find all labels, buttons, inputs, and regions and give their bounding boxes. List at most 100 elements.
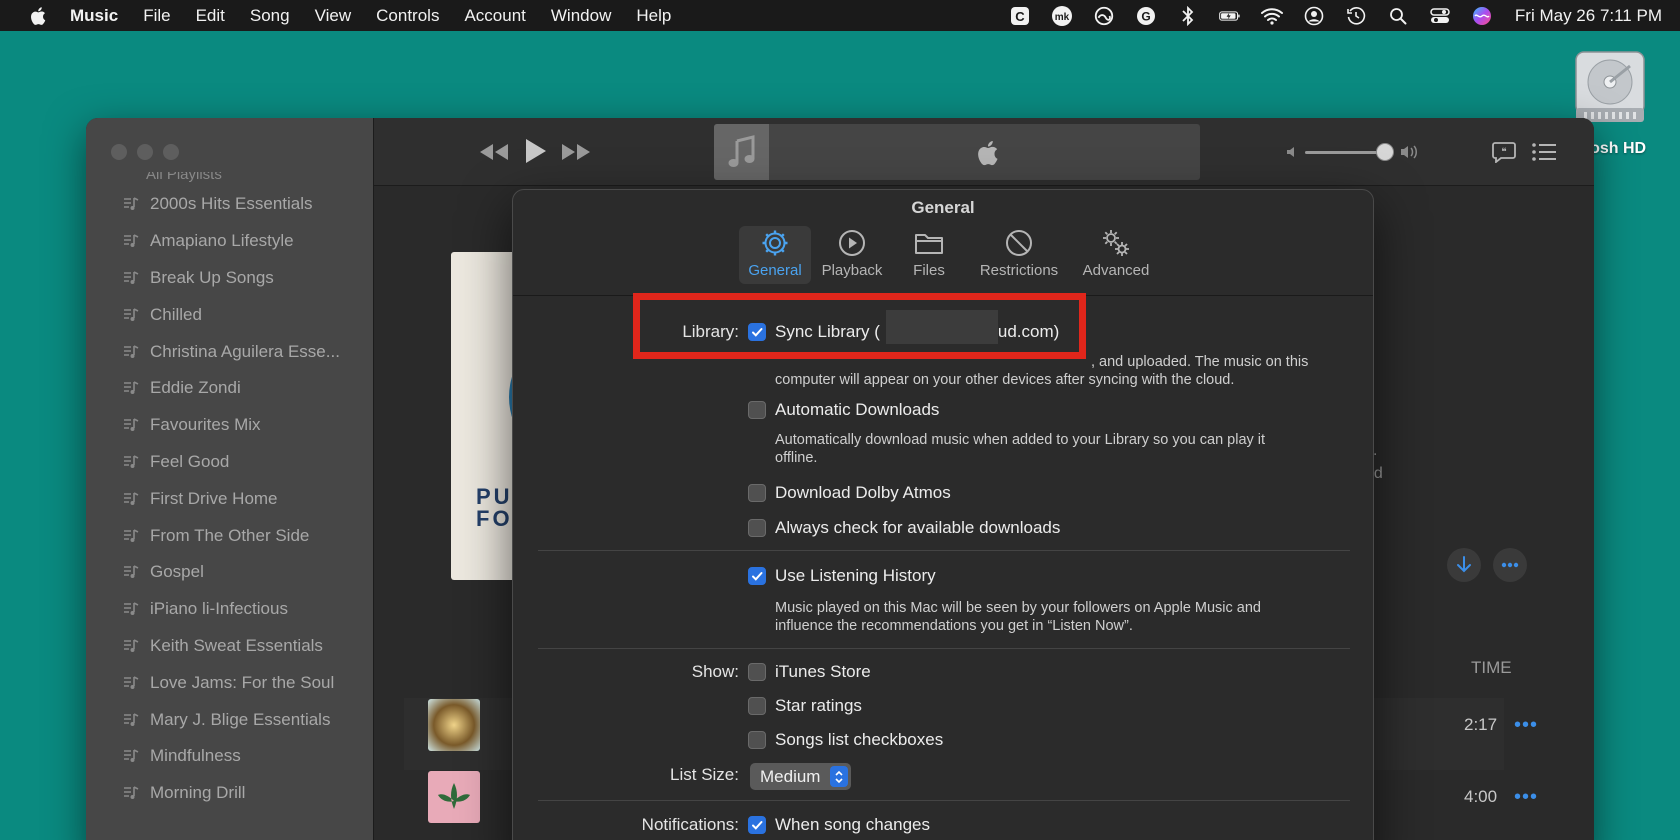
itunes-store-checkbox[interactable] <box>748 663 766 681</box>
sidebar-playlist-item[interactable]: Morning Drill <box>86 775 374 812</box>
sidebar-item-all-playlists[interactable]: All Playlists <box>86 172 374 186</box>
battery-icon[interactable] <box>1219 5 1241 27</box>
listening-history-checkbox[interactable] <box>748 567 766 585</box>
tab-general[interactable]: General <box>739 226 811 284</box>
show-label: Show: <box>691 662 739 681</box>
automatic-downloads-checkbox[interactable] <box>748 401 766 419</box>
list-size-value: Medium <box>760 766 821 786</box>
playlist-icon <box>124 381 139 395</box>
close-window-button[interactable] <box>111 144 127 160</box>
tab-playback-label: Playback <box>821 262 883 279</box>
menu-file[interactable]: File <box>143 6 170 26</box>
minimize-window-button[interactable] <box>137 144 153 160</box>
sidebar-playlist-item[interactable]: Christina Aguilera Esse... <box>86 333 374 370</box>
list-icon <box>1532 143 1556 161</box>
tab-playback[interactable]: Playback <box>816 226 888 284</box>
sidebar-playlist-item[interactable]: Mary J. Blige Essentials <box>86 701 374 738</box>
always-check-downloads-checkbox[interactable] <box>748 519 766 537</box>
play-button[interactable] <box>520 135 550 167</box>
svg-text:mk: mk <box>1055 12 1070 23</box>
creative-cloud-c-icon[interactable]: C <box>1009 5 1031 27</box>
sidebar-playlist-item[interactable]: From The Other Side <box>86 517 374 554</box>
up-next-list-button[interactable] <box>1530 138 1558 166</box>
hard-drive-icon[interactable] <box>1570 48 1650 126</box>
playlist-icon <box>124 492 139 505</box>
time-column-header[interactable]: TIME <box>1471 658 1512 678</box>
menu-app-name[interactable]: Music <box>70 6 118 26</box>
tab-restrictions[interactable]: Restrictions <box>969 226 1069 284</box>
songs-list-checkboxes-checkbox[interactable] <box>748 731 766 749</box>
dolby-atmos-checkbox[interactable] <box>748 484 766 502</box>
sidebar-playlist-item[interactable]: Amapiano Lifestyle <box>86 223 374 260</box>
download-button[interactable] <box>1447 548 1481 582</box>
playlist-label: Mary J. Blige Essentials <box>150 709 331 729</box>
zoom-window-button[interactable] <box>163 144 179 160</box>
grammarly-icon[interactable]: G <box>1135 5 1157 27</box>
menu-view[interactable]: View <box>315 6 352 26</box>
menu-clock[interactable]: Fri May 26 7:11 PM <box>1515 6 1662 26</box>
play-icon <box>526 139 546 163</box>
listening-history-label: Use Listening History <box>775 566 936 585</box>
time-machine-icon[interactable] <box>1345 5 1367 27</box>
tab-advanced-label: Advanced <box>1082 262 1150 279</box>
itunes-store-label: iTunes Store <box>775 662 871 681</box>
control-center-icon[interactable] <box>1429 5 1451 27</box>
song-more-button[interactable]: ••• <box>1514 714 1538 737</box>
sidebar-playlist-item[interactable]: Love Jams: For the Soul <box>86 664 374 701</box>
sidebar-playlist-item[interactable]: Eddie Zondi <box>86 370 374 407</box>
tab-advanced[interactable]: Advanced <box>1073 226 1159 284</box>
song-duration: 2:17 <box>1464 715 1498 734</box>
next-track-button[interactable] <box>560 138 592 166</box>
artwork-placeholder <box>714 124 769 180</box>
volume-slider-track[interactable] <box>1305 151 1385 154</box>
wifi-icon[interactable] <box>1260 5 1283 27</box>
sidebar-playlist-item[interactable]: Chilled <box>86 296 374 333</box>
ellipsis-icon <box>1501 562 1519 568</box>
sidebar-playlist-item[interactable]: Gospel <box>86 554 374 591</box>
menu-window[interactable]: Window <box>551 6 611 26</box>
sidebar: All Playlists 2000s Hits Essentials Amap… <box>86 118 374 840</box>
apple-menu-icon[interactable] <box>28 5 50 27</box>
prohibited-icon <box>1006 230 1032 256</box>
download-arrow-icon <box>1457 556 1471 573</box>
song-duration: 4:00 <box>1464 787 1498 806</box>
sidebar-playlist-item[interactable]: Feel Good <box>86 444 374 481</box>
menu-help[interactable]: Help <box>636 6 671 26</box>
svg-text:❝: ❝ <box>1501 147 1506 158</box>
mk-icon[interactable]: mk <box>1051 5 1073 27</box>
tab-restrictions-label: Restrictions <box>979 262 1059 279</box>
previous-track-button[interactable] <box>478 138 510 166</box>
star-ratings-checkbox[interactable] <box>748 697 766 715</box>
sidebar-playlist-item[interactable]: First Drive Home <box>86 480 374 517</box>
notifications-label: Notifications: <box>641 815 739 834</box>
more-options-button[interactable] <box>1493 548 1527 582</box>
sidebar-playlist-item[interactable]: Keith Sweat Essentials <box>86 628 374 665</box>
lyrics-button[interactable]: ❝ <box>1490 138 1518 166</box>
sidebar-playlist-item[interactable]: Break Up Songs <box>86 260 374 297</box>
list-size-popup[interactable]: Medium <box>750 763 852 790</box>
sidebar-playlist-item[interactable]: Mindfulness <box>86 738 374 775</box>
menu-song[interactable]: Song <box>250 6 290 26</box>
now-playing-display[interactable] <box>714 124 1200 180</box>
when-song-changes-checkbox[interactable] <box>748 816 766 834</box>
menu-controls[interactable]: Controls <box>376 6 439 26</box>
sync-library-description-partial: , and uploaded. The music on this <box>1091 354 1309 370</box>
siri-icon[interactable] <box>1471 5 1493 27</box>
playlist-label: Gospel <box>150 562 204 582</box>
playlist-label: Chilled <box>150 304 202 324</box>
menu-account[interactable]: Account <box>464 6 525 26</box>
sidebar-playlist-item[interactable]: 2000s Hits Essentials <box>86 186 374 223</box>
user-icon[interactable] <box>1303 5 1325 27</box>
menu-edit[interactable]: Edit <box>196 6 225 26</box>
leaf-artwork-icon <box>438 783 470 809</box>
sidebar-playlist-item[interactable]: iPiano li-Infectious <box>86 591 374 628</box>
song-more-button[interactable]: ••• <box>1514 786 1538 809</box>
playlist-label: iPiano li-Infectious <box>150 599 288 619</box>
sidebar-playlist-item[interactable]: Favourites Mix <box>86 407 374 444</box>
spotlight-search-icon[interactable] <box>1387 5 1409 27</box>
volume-slider-knob[interactable] <box>1376 143 1394 161</box>
automatic-downloads-label: Automatic Downloads <box>775 400 940 419</box>
adobe-cloud-icon[interactable] <box>1093 5 1115 27</box>
bluetooth-icon[interactable] <box>1177 5 1199 27</box>
tab-files[interactable]: Files <box>893 226 965 284</box>
